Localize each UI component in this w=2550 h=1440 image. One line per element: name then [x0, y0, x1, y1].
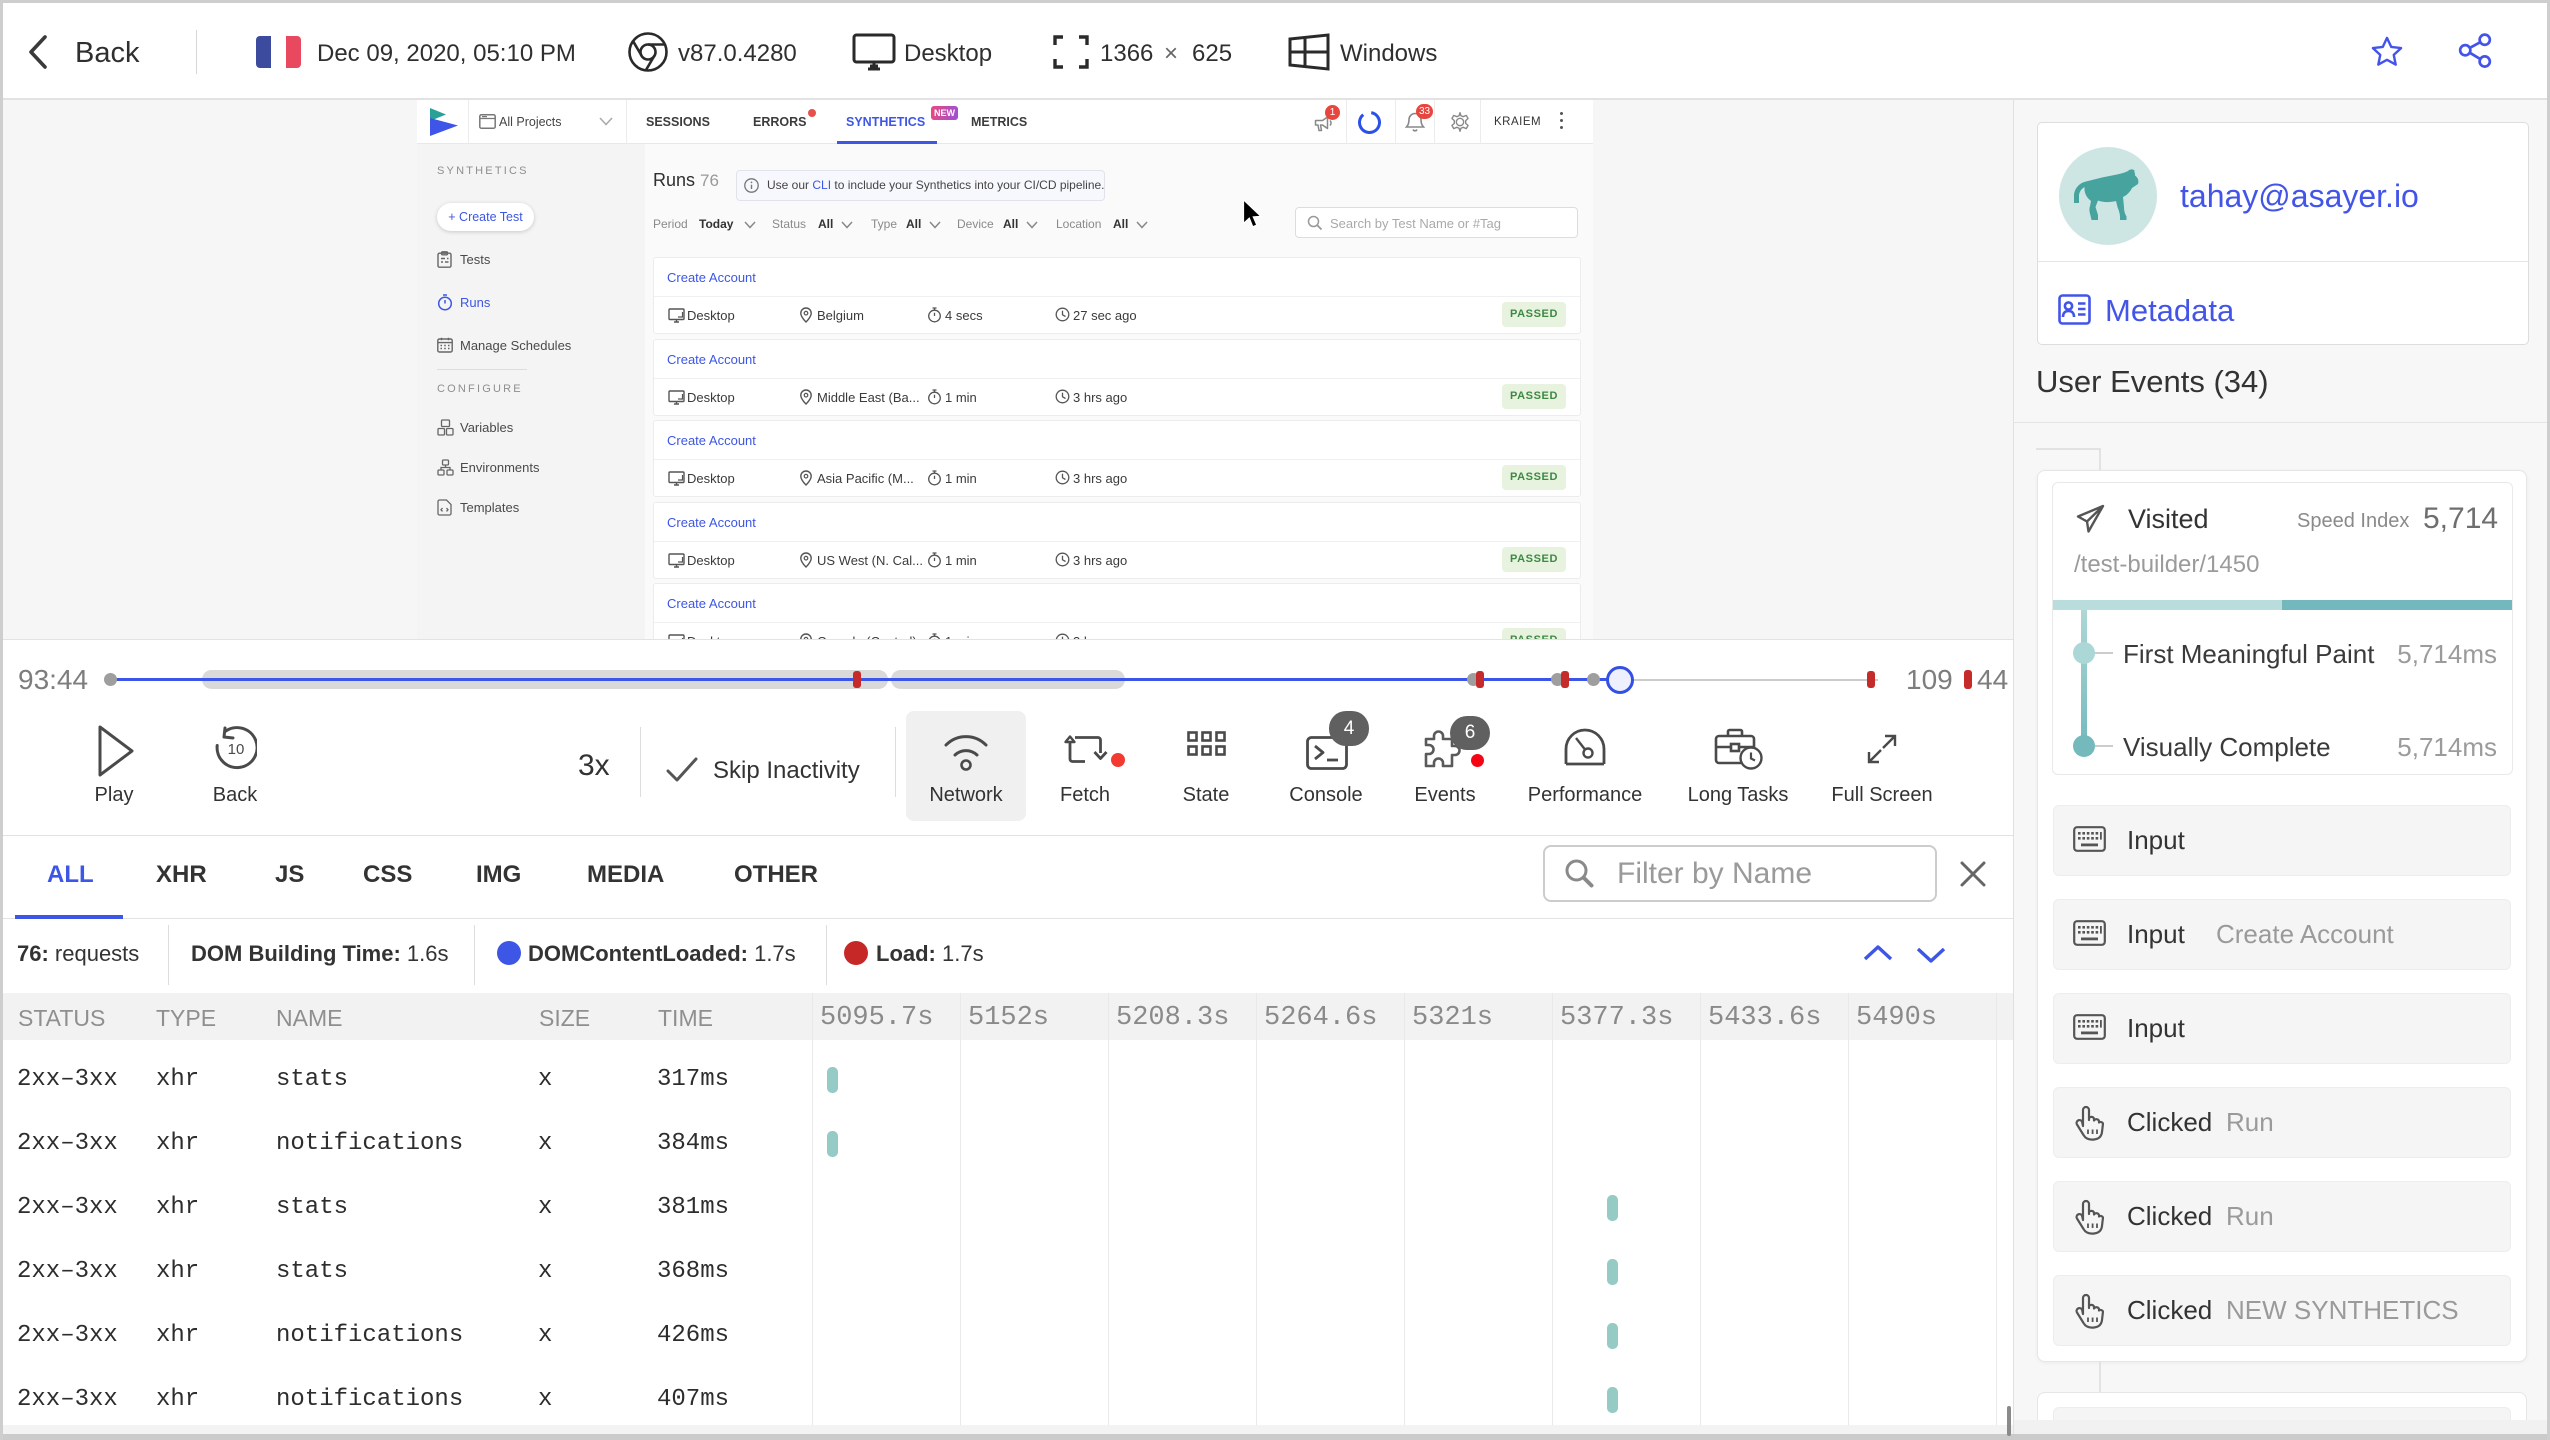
svg-text:10: 10	[228, 741, 245, 758]
